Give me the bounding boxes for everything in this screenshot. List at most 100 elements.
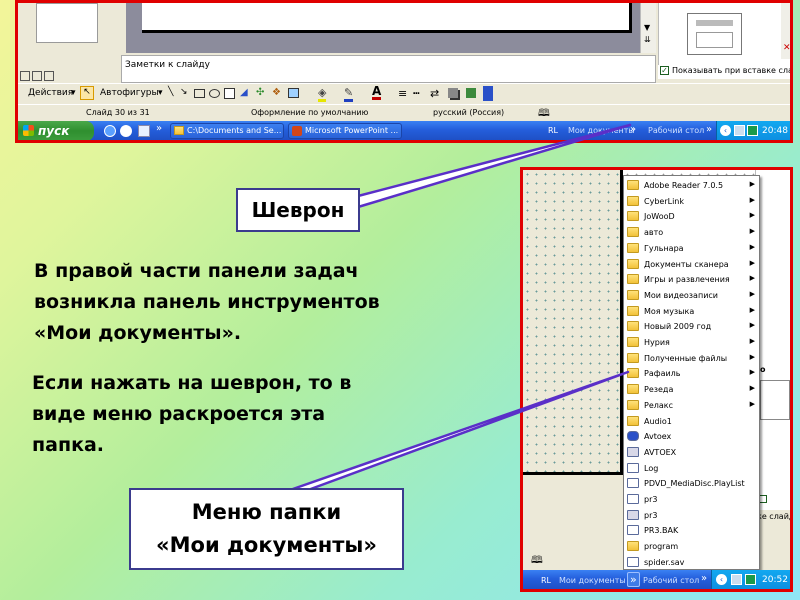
- menu-item[interactable]: Игры и развлечения ▶: [624, 272, 759, 288]
- menu-item[interactable]: pr3: [624, 492, 759, 508]
- oval-icon[interactable]: [209, 89, 220, 98]
- actions-dropdown-icon[interactable]: ▾: [71, 88, 76, 98]
- notes-pane[interactable]: Заметки к слайду: [121, 55, 656, 83]
- toolbar-options-icon[interactable]: [483, 86, 493, 101]
- folder-icon: [627, 305, 639, 316]
- menu-item[interactable]: Avtoex: [624, 429, 759, 445]
- menu-item[interactable]: PDVD_MediaDisc.PlayList: [624, 476, 759, 492]
- show-on-insert-checkbox[interactable]: ✓ Показывать при вставке слайд: [658, 65, 790, 79]
- menu-item[interactable]: авто ▶: [624, 225, 759, 241]
- menu-item[interactable]: Моя музыка ▶: [624, 304, 759, 320]
- menu-item[interactable]: Log: [624, 461, 759, 477]
- right-spelling-icon[interactable]: 🕮: [531, 553, 543, 570]
- vertical-scrollbar[interactable]: ▼ ⇊: [640, 3, 656, 53]
- textbox-icon[interactable]: [224, 88, 235, 99]
- next-slide-icon[interactable]: ⇊: [644, 35, 651, 44]
- submenu-arrow-icon: ▶: [749, 384, 755, 393]
- paragraph-chevron-line1: Если нажать на шеврон, то в: [32, 372, 352, 394]
- arrow-icon[interactable]: ↘: [180, 87, 188, 97]
- menu-item[interactable]: Рафаиль ▶: [624, 366, 759, 382]
- line-icon[interactable]: ╲: [168, 87, 173, 97]
- start-button[interactable]: пуск: [18, 121, 94, 140]
- menu-item[interactable]: Релакс ▶: [624, 398, 759, 414]
- tray-antivirus-icon[interactable]: [747, 125, 758, 136]
- chevron-icon[interactable]: »: [630, 124, 636, 135]
- quicklaunch-media-icon[interactable]: [120, 125, 132, 137]
- right-desktop-toolbar[interactable]: Рабочий стол: [643, 576, 699, 585]
- pane-scrollbar[interactable]: ✕: [781, 3, 790, 59]
- menu-item[interactable]: Audio1: [624, 414, 759, 430]
- line-color-icon[interactable]: ✎: [344, 86, 354, 102]
- document-icon: [627, 494, 639, 504]
- task-powerpoint[interactable]: Microsoft PowerPoint ...: [288, 123, 402, 139]
- my-documents-toolbar[interactable]: Мои документы: [568, 126, 635, 135]
- right-chevron-icon[interactable]: »: [627, 572, 640, 587]
- picture-icon[interactable]: [288, 88, 299, 98]
- wordart-icon[interactable]: ◢: [240, 87, 248, 98]
- menu-item[interactable]: Документы сканера ▶: [624, 257, 759, 273]
- menu-item[interactable]: Новый 2009 год ▶: [624, 319, 759, 335]
- clipart-icon[interactable]: ❖: [272, 87, 281, 98]
- slideshow-icon[interactable]: [44, 71, 54, 81]
- autoshapes-menu[interactable]: Автофигуры: [100, 88, 159, 98]
- menu-item[interactable]: spider.sav: [624, 555, 759, 571]
- right-tray-network-icon[interactable]: [731, 574, 742, 585]
- menu-item[interactable]: Полученные файлы ▶: [624, 351, 759, 367]
- scroll-down-icon[interactable]: ▼: [644, 23, 650, 32]
- checkbox-icon[interactable]: ✓: [660, 66, 669, 75]
- menu-item[interactable]: CyberLink ▶: [624, 194, 759, 210]
- submenu-arrow-icon: ▶: [749, 399, 755, 408]
- shadow-icon[interactable]: [448, 88, 458, 98]
- menu-item[interactable]: pr3: [624, 508, 759, 524]
- menu-item[interactable]: program: [624, 539, 759, 555]
- menu-item[interactable]: JoWooD ▶: [624, 209, 759, 225]
- close-icon[interactable]: ✕: [783, 43, 790, 53]
- desktop-chevron-icon[interactable]: »: [706, 124, 712, 135]
- dash-style-icon[interactable]: ┅: [413, 87, 420, 100]
- arrow-style-icon[interactable]: ⇄: [430, 87, 439, 100]
- right-checkbox-icon[interactable]: [759, 495, 767, 503]
- menu-item[interactable]: Adobe Reader 7.0.5 ▶: [624, 178, 759, 194]
- view-buttons: [20, 71, 56, 81]
- slide-area: ▼ ⇊ ✕: [18, 3, 790, 78]
- menu-item-label: PR3.BAK: [644, 526, 679, 536]
- menu-item[interactable]: Нурия ▶: [624, 335, 759, 351]
- menu-item[interactable]: Гульнара ▶: [624, 241, 759, 257]
- task-explorer[interactable]: C:\Documents and Se...: [170, 123, 284, 139]
- menu-item-label: Новый 2009 год: [644, 322, 712, 332]
- right-desktop-chevron-icon[interactable]: »: [701, 573, 707, 584]
- font-color-icon[interactable]: A: [372, 85, 382, 100]
- sorter-view-icon[interactable]: [32, 71, 42, 81]
- quicklaunch-desktop-icon[interactable]: [138, 125, 150, 137]
- select-pointer-icon[interactable]: ↖: [80, 86, 94, 100]
- right-my-documents-toolbar[interactable]: Мои документы: [559, 576, 626, 585]
- normal-view-icon[interactable]: [20, 71, 30, 81]
- right-pane-thumb[interactable]: [760, 380, 790, 420]
- rectangle-icon[interactable]: [194, 89, 205, 98]
- slide-thumbnail-strip: [523, 170, 623, 475]
- fill-color-icon[interactable]: ◈: [318, 86, 327, 102]
- diagram-icon[interactable]: ✣: [256, 87, 264, 98]
- tray-arrow-icon[interactable]: ‹: [720, 125, 731, 136]
- document-icon: [627, 462, 639, 473]
- right-tray-arrow-icon[interactable]: ‹: [716, 574, 727, 585]
- menu-item[interactable]: Резеда ▶: [624, 382, 759, 398]
- folder-icon: [627, 321, 639, 332]
- quicklaunch-ie-icon[interactable]: [104, 125, 116, 137]
- toolbar-lang[interactable]: RL: [548, 126, 558, 135]
- status-language: русский (Россия): [433, 108, 505, 117]
- actions-menu[interactable]: Действия: [28, 88, 73, 98]
- tray-network-icon[interactable]: [734, 125, 745, 136]
- menu-item[interactable]: Мои видеозаписи ▶: [624, 288, 759, 304]
- desktop-toolbar[interactable]: Рабочий стол: [648, 126, 704, 135]
- menu-item[interactable]: PR3.BAK: [624, 523, 759, 539]
- right-toolbar-lang[interactable]: RL: [541, 576, 551, 585]
- quicklaunch-chevron-icon[interactable]: »: [156, 123, 162, 134]
- line-style-icon[interactable]: ≡: [398, 87, 407, 100]
- menu-item[interactable]: AVTOEX: [624, 445, 759, 461]
- menu-item-label: PDVD_MediaDisc.PlayList: [644, 479, 745, 489]
- 3d-icon[interactable]: [466, 88, 476, 98]
- right-tray-antivirus-icon[interactable]: [745, 574, 756, 585]
- layout-thumbnail[interactable]: [687, 13, 742, 55]
- paragraph-chevron-line3: папка.: [32, 434, 105, 456]
